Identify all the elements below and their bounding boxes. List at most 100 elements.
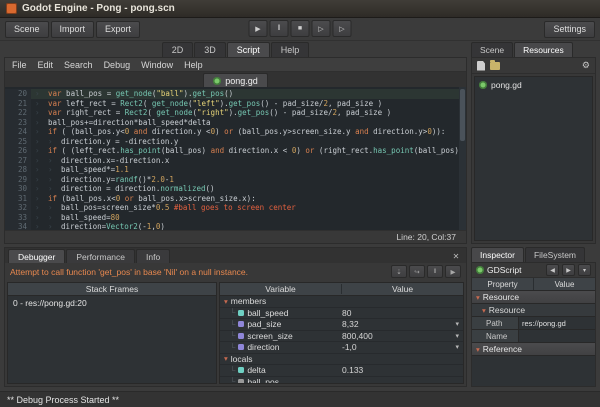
line-number[interactable]: 25 — [5, 136, 31, 146]
line-number[interactable]: 30 — [5, 184, 31, 194]
script-tab-pong[interactable]: pong.gd — [203, 73, 268, 87]
history-forward-icon[interactable]: ▶ — [562, 264, 575, 276]
code-line[interactable]: 20 › var ball_pos = get_node("ball").get_p… — [5, 89, 466, 99]
variable-row[interactable]: └ delta 0.133 — [220, 365, 463, 377]
menu-edit[interactable]: Edit — [38, 60, 54, 70]
line-number[interactable]: 24 — [5, 127, 31, 137]
tools-gear-icon[interactable]: ⚙ — [582, 60, 590, 71]
workspace-tab-2d[interactable]: 2D — [161, 42, 194, 57]
toolbar-scene-button[interactable]: Scene — [5, 20, 49, 38]
break-button[interactable]: ‖ — [427, 265, 443, 278]
play-custom-button[interactable]: ▷ — [332, 20, 352, 37]
expand-arrow-icon[interactable]: ▾ — [455, 320, 459, 328]
dock-tab-inspector[interactable]: Inspector — [471, 247, 524, 262]
line-number[interactable]: 32 — [5, 203, 31, 213]
play-scene-button[interactable]: ▷ — [311, 20, 331, 37]
debugger-tab-info[interactable]: Info — [136, 249, 171, 263]
history-back-icon[interactable]: ◀ — [546, 264, 559, 276]
code-line[interactable]: 25 › › direction.y = -direction.y — [5, 136, 466, 146]
title-bar[interactable]: Godot Engine - Pong - pong.scn — [0, 0, 600, 18]
close-icon[interactable]: ✕ — [450, 250, 462, 262]
menu-debug[interactable]: Debug — [104, 60, 131, 70]
code-line[interactable]: 23 › ball_pos+=direction*ball_speed*delta — [5, 117, 466, 127]
code-line[interactable]: 34 › › direction=Vector2(-1,0) — [5, 222, 466, 230]
code-line[interactable]: 28 › › ball_speed*=1.1 — [5, 165, 466, 175]
line-number[interactable]: 33 — [5, 212, 31, 222]
continue-button[interactable]: ▶ — [445, 265, 461, 278]
dock-tab-scene[interactable]: Scene — [471, 42, 514, 57]
code-line[interactable]: 29 › › direction.y=randf()*2.0-1 — [5, 174, 466, 184]
stack-frame-row[interactable]: 0 - res://pong.gd:20 — [8, 296, 216, 310]
fold-arrow-icon[interactable]: ▾ — [476, 345, 480, 354]
code-line[interactable]: 33 › › ball_speed=80 — [5, 212, 466, 222]
play-button[interactable]: ▶ — [248, 20, 268, 37]
line-number[interactable]: 34 — [5, 222, 31, 230]
variable-row[interactable]: └ ball_pos — [220, 377, 463, 383]
inspector-category[interactable]: ▾ Reference — [472, 343, 595, 356]
code-line[interactable]: 31 › if (ball_pos.x<0 or ball_pos.x>screen… — [5, 193, 466, 203]
pause-button[interactable]: ‖ — [269, 20, 289, 37]
code-scrollbar-thumb[interactable] — [460, 89, 465, 141]
variable-row[interactable]: └ direction -1,0 ▾ — [220, 342, 463, 354]
inspector-category[interactable]: ▾ Resource — [472, 291, 595, 304]
inspector-dock-tabs: Inspector FileSystem — [471, 247, 596, 262]
menu-help[interactable]: Help — [184, 60, 203, 70]
line-number[interactable]: 26 — [5, 146, 31, 156]
code-line[interactable]: 32 › › ball_pos=screen_size*0.5 #ball goes … — [5, 203, 466, 213]
debugger-tab-performance[interactable]: Performance — [66, 249, 136, 263]
object-menu-icon[interactable]: ▾ — [578, 264, 591, 276]
code-line[interactable]: 27 › › direction.x=-direction.x — [5, 155, 466, 165]
toolbar-export-button[interactable]: Export — [96, 20, 141, 38]
line-number[interactable]: 31 — [5, 193, 31, 203]
inspector-property-row[interactable]: Name — [472, 330, 595, 343]
load-resource-icon[interactable] — [490, 59, 500, 70]
line-number[interactable]: 21 — [5, 98, 31, 108]
fold-arrow-icon[interactable]: ▾ — [224, 297, 228, 306]
property-value[interactable] — [519, 330, 595, 342]
fold-arrow-icon[interactable]: ▾ — [482, 306, 486, 315]
line-number[interactable]: 20 — [5, 89, 31, 99]
code-line[interactable]: 21 › var left_rect = Rect2( get_node("left… — [5, 98, 466, 108]
inspector-property-row[interactable]: Path res://pong.gd — [472, 317, 595, 330]
code-editor[interactable]: 20 › var ball_pos = get_node("ball").get_p… — [5, 87, 466, 230]
workspace-tab-3d[interactable]: 3D — [194, 42, 226, 57]
variable-row[interactable]: └ pad_size 8,32 ▾ — [220, 319, 463, 331]
resource-list-item[interactable]: pong.gd — [475, 78, 592, 91]
new-resource-icon[interactable] — [477, 60, 485, 71]
expand-arrow-icon[interactable]: ▾ — [455, 332, 459, 340]
stop-button[interactable]: ■ — [290, 20, 310, 37]
code-token: direction.x=-direction.x — [61, 155, 170, 165]
code-line[interactable]: 24 › if ( (ball_pos.y<0 and direction.y <0… — [5, 127, 466, 137]
variable-row[interactable]: └ ball_speed 80 — [220, 308, 463, 319]
dock-tab-filesystem[interactable]: FileSystem — [524, 247, 586, 262]
expand-arrow-icon[interactable]: ▾ — [455, 343, 459, 351]
code-line[interactable]: 22 › var right_rect = Rect2( get_node("rig… — [5, 108, 466, 118]
property-value[interactable]: res://pong.gd — [519, 317, 595, 329]
workspace-tab-script[interactable]: Script — [226, 42, 270, 57]
toolbar-import-button[interactable]: Import — [50, 20, 95, 38]
line-number[interactable]: 22 — [5, 108, 31, 118]
dock-tab-resources[interactable]: Resources — [514, 42, 573, 57]
debugger-tab-debugger[interactable]: Debugger — [8, 249, 66, 263]
code-line[interactable]: 26 › if ( (left_rect.has_point(ball_pos) a… — [5, 146, 466, 156]
fold-arrow-icon[interactable]: ▾ — [476, 293, 480, 302]
line-number[interactable]: 23 — [5, 117, 31, 127]
variable-group-row[interactable]: ▾ members — [220, 296, 463, 308]
inspector-group[interactable]: ▾ Resource — [472, 304, 595, 317]
step-over-button[interactable]: ↪ — [409, 265, 425, 278]
workspace-tab-help[interactable]: Help — [270, 42, 310, 57]
line-number[interactable]: 27 — [5, 155, 31, 165]
line-number[interactable]: 29 — [5, 174, 31, 184]
variable-row[interactable]: └ screen_size 800,400 ▾ — [220, 331, 463, 342]
line-number[interactable]: 28 — [5, 165, 31, 175]
fold-arrow-icon[interactable]: ▾ — [224, 354, 228, 363]
menu-search[interactable]: Search — [64, 60, 93, 70]
tab-indent-icon: › — [35, 89, 40, 98]
code-line[interactable]: 30 › › direction = direction.normalized() — [5, 184, 466, 194]
step-into-button[interactable]: ⇣ — [391, 265, 407, 278]
menu-file[interactable]: File — [12, 60, 27, 70]
menu-window[interactable]: Window — [141, 60, 173, 70]
settings-button[interactable]: Settings — [544, 20, 595, 38]
code-scrollbar[interactable] — [459, 87, 466, 230]
variable-group-row[interactable]: ▾ locals — [220, 354, 463, 365]
